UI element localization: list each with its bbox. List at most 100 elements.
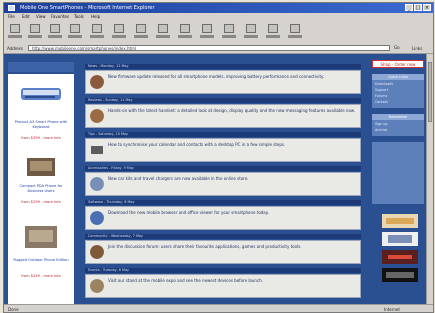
shop-tab[interactable]: Shop - Order now xyxy=(372,60,424,68)
forward-icon[interactable] xyxy=(28,24,42,40)
ie-logo-icon xyxy=(8,5,15,11)
product-caption[interactable]: Product A3 Smart Phone with Keyboard xyxy=(13,120,69,130)
menu-favorites[interactable]: Favorites xyxy=(51,14,69,19)
feed-item-body: New firmware update released for all sma… xyxy=(85,70,361,94)
history-icon[interactable] xyxy=(178,24,192,40)
sidebar-link[interactable]: Contact xyxy=(375,100,421,105)
feed-item-text[interactable]: New firmware update released for all sma… xyxy=(108,74,358,80)
title-bar: Mobile One SmartPhones - Microsoft Inter… xyxy=(4,3,433,13)
refresh-icon[interactable] xyxy=(68,24,82,40)
news-feed: News - Monday, 12 May New firmware updat… xyxy=(81,54,365,304)
minimize-button[interactable]: _ xyxy=(405,4,413,11)
feed-item[interactable]: Reviews - Sunday, 11 May Hands-on with t… xyxy=(81,98,365,130)
sidebar-link[interactable]: Support xyxy=(375,88,421,93)
feed-item-header: Tips - Saturday, 10 May xyxy=(85,132,361,137)
feed-item-text[interactable]: How to synchronise your calendar and con… xyxy=(108,142,358,148)
menu-help[interactable]: Help xyxy=(91,14,100,19)
toolbar xyxy=(4,20,433,45)
favorites-icon[interactable] xyxy=(134,24,148,40)
browser-window: Mobile One SmartPhones - Microsoft Inter… xyxy=(3,2,434,313)
menu-view[interactable]: View xyxy=(36,14,46,19)
feed-item-header: Community - Wednesday, 7 May xyxy=(85,234,361,239)
close-button[interactable]: × xyxy=(423,4,431,11)
left-header-strip xyxy=(8,62,74,72)
zone-text: Internet xyxy=(384,307,400,312)
avatar xyxy=(90,279,104,293)
feed-item-body: New car kits and travel chargers are now… xyxy=(85,172,361,196)
panel-title: Quick Links xyxy=(372,74,424,80)
feed-item[interactable]: Tips - Saturday, 10 May How to synchroni… xyxy=(81,132,365,164)
page-viewport: Product A3 Smart Phone with Keyboard fro… xyxy=(4,54,433,304)
feed-item[interactable]: News - Monday, 12 May New firmware updat… xyxy=(81,64,365,96)
mail-icon[interactable] xyxy=(200,24,214,40)
feed-item-header: Events - Tuesday, 6 May xyxy=(85,268,361,273)
right-sidebar: Shop - Order now Quick Links Downloads S… xyxy=(370,54,426,304)
feed-item-text[interactable]: Download the new mobile browser and offi… xyxy=(108,210,358,216)
print-icon[interactable] xyxy=(222,24,236,40)
vertical-scrollbar[interactable] xyxy=(426,54,433,304)
avatar xyxy=(90,177,104,191)
sidebar-link[interactable]: Forums xyxy=(375,94,421,99)
discuss-icon[interactable] xyxy=(266,24,280,40)
go-button[interactable]: Go xyxy=(394,45,408,51)
feed-item[interactable]: Community - Wednesday, 7 May Join the di… xyxy=(81,234,365,266)
status-text: Done xyxy=(8,307,19,312)
window-title: Mobile One SmartPhones - Microsoft Inter… xyxy=(20,5,155,11)
menu-edit[interactable]: Edit xyxy=(22,14,30,19)
product-column: Product A3 Smart Phone with Keyboard fro… xyxy=(8,74,74,304)
banner-ad[interactable] xyxy=(382,268,418,282)
feed-item-text[interactable]: Join the discussion forum: users share t… xyxy=(108,244,358,250)
sidebar-link[interactable]: Sign up xyxy=(375,122,421,127)
menu-file[interactable]: File xyxy=(8,14,15,19)
banner-ad[interactable] xyxy=(382,232,418,246)
search-icon[interactable] xyxy=(112,24,126,40)
feed-item-header: Reviews - Sunday, 11 May xyxy=(85,98,361,103)
sidebar-link[interactable]: Downloads xyxy=(375,82,421,87)
feed-item[interactable]: Events - Tuesday, 6 May Visit our stand … xyxy=(81,268,365,300)
feed-item-body: Visit our stand at the mobile expo and s… xyxy=(85,274,361,298)
back-icon[interactable] xyxy=(8,24,22,40)
scrollbar-thumb[interactable] xyxy=(428,62,432,122)
messenger-icon[interactable] xyxy=(288,24,302,40)
device-icon xyxy=(91,146,103,154)
product-caption[interactable]: Compact PDA Phone for Business Users xyxy=(13,184,69,194)
address-input[interactable]: http://www.mobileone.com/smartphones/ind… xyxy=(28,45,390,51)
feed-item-header: Accessories - Friday, 9 May xyxy=(85,166,361,171)
maximize-button[interactable]: □ xyxy=(414,4,422,11)
banner-ad[interactable] xyxy=(382,214,418,228)
rugged-phone-image xyxy=(25,226,57,248)
stop-icon[interactable] xyxy=(48,24,62,40)
avatar xyxy=(90,109,104,123)
feed-item-body: How to synchronise your calendar and con… xyxy=(85,138,361,162)
avatar xyxy=(90,211,104,225)
product-caption[interactable]: Rugged Outdoor Phone Edition xyxy=(13,258,69,263)
status-bar: Done Internet xyxy=(4,304,433,312)
phone-keyboard-image xyxy=(21,88,61,100)
product-price[interactable]: from $399 - more info xyxy=(13,136,69,140)
product-card[interactable]: Rugged Outdoor Phone Edition from $249 -… xyxy=(13,224,69,300)
links-button[interactable]: Links xyxy=(412,46,422,51)
feed-item-header: News - Monday, 12 May xyxy=(85,64,361,69)
home-icon[interactable] xyxy=(90,24,104,40)
product-price[interactable]: from $299 - more info xyxy=(13,200,69,204)
sidebar-link[interactable]: Archive xyxy=(375,128,421,133)
avatar xyxy=(90,245,104,259)
edit-icon[interactable] xyxy=(244,24,258,40)
feed-item-text[interactable]: New car kits and travel chargers are now… xyxy=(108,176,358,182)
menu-tools[interactable]: Tools xyxy=(74,14,84,19)
feed-item-body: Download the new mobile browser and offi… xyxy=(85,206,361,230)
feed-item-header: Software - Thursday, 8 May xyxy=(85,200,361,205)
avatar xyxy=(90,75,104,89)
product-card[interactable]: Compact PDA Phone for Business Users fro… xyxy=(13,156,69,224)
feed-item[interactable]: Accessories - Friday, 9 May New car kits… xyxy=(81,166,365,198)
quick-links-panel: Quick Links Downloads Support Forums Con… xyxy=(372,74,424,108)
feed-item-text[interactable]: Visit our stand at the mobile expo and s… xyxy=(108,278,358,284)
media-icon[interactable] xyxy=(156,24,170,40)
product-card[interactable]: Product A3 Smart Phone with Keyboard fro… xyxy=(13,82,69,152)
address-label: Address xyxy=(7,46,23,51)
product-price[interactable]: from $249 - more info xyxy=(13,274,69,278)
feed-item-body: Join the discussion forum: users share t… xyxy=(85,240,361,264)
banner-ad[interactable] xyxy=(382,250,418,264)
feed-item-text[interactable]: Hands-on with the latest handset: a deta… xyxy=(108,108,358,114)
feed-item[interactable]: Software - Thursday, 8 May Download the … xyxy=(81,200,365,232)
